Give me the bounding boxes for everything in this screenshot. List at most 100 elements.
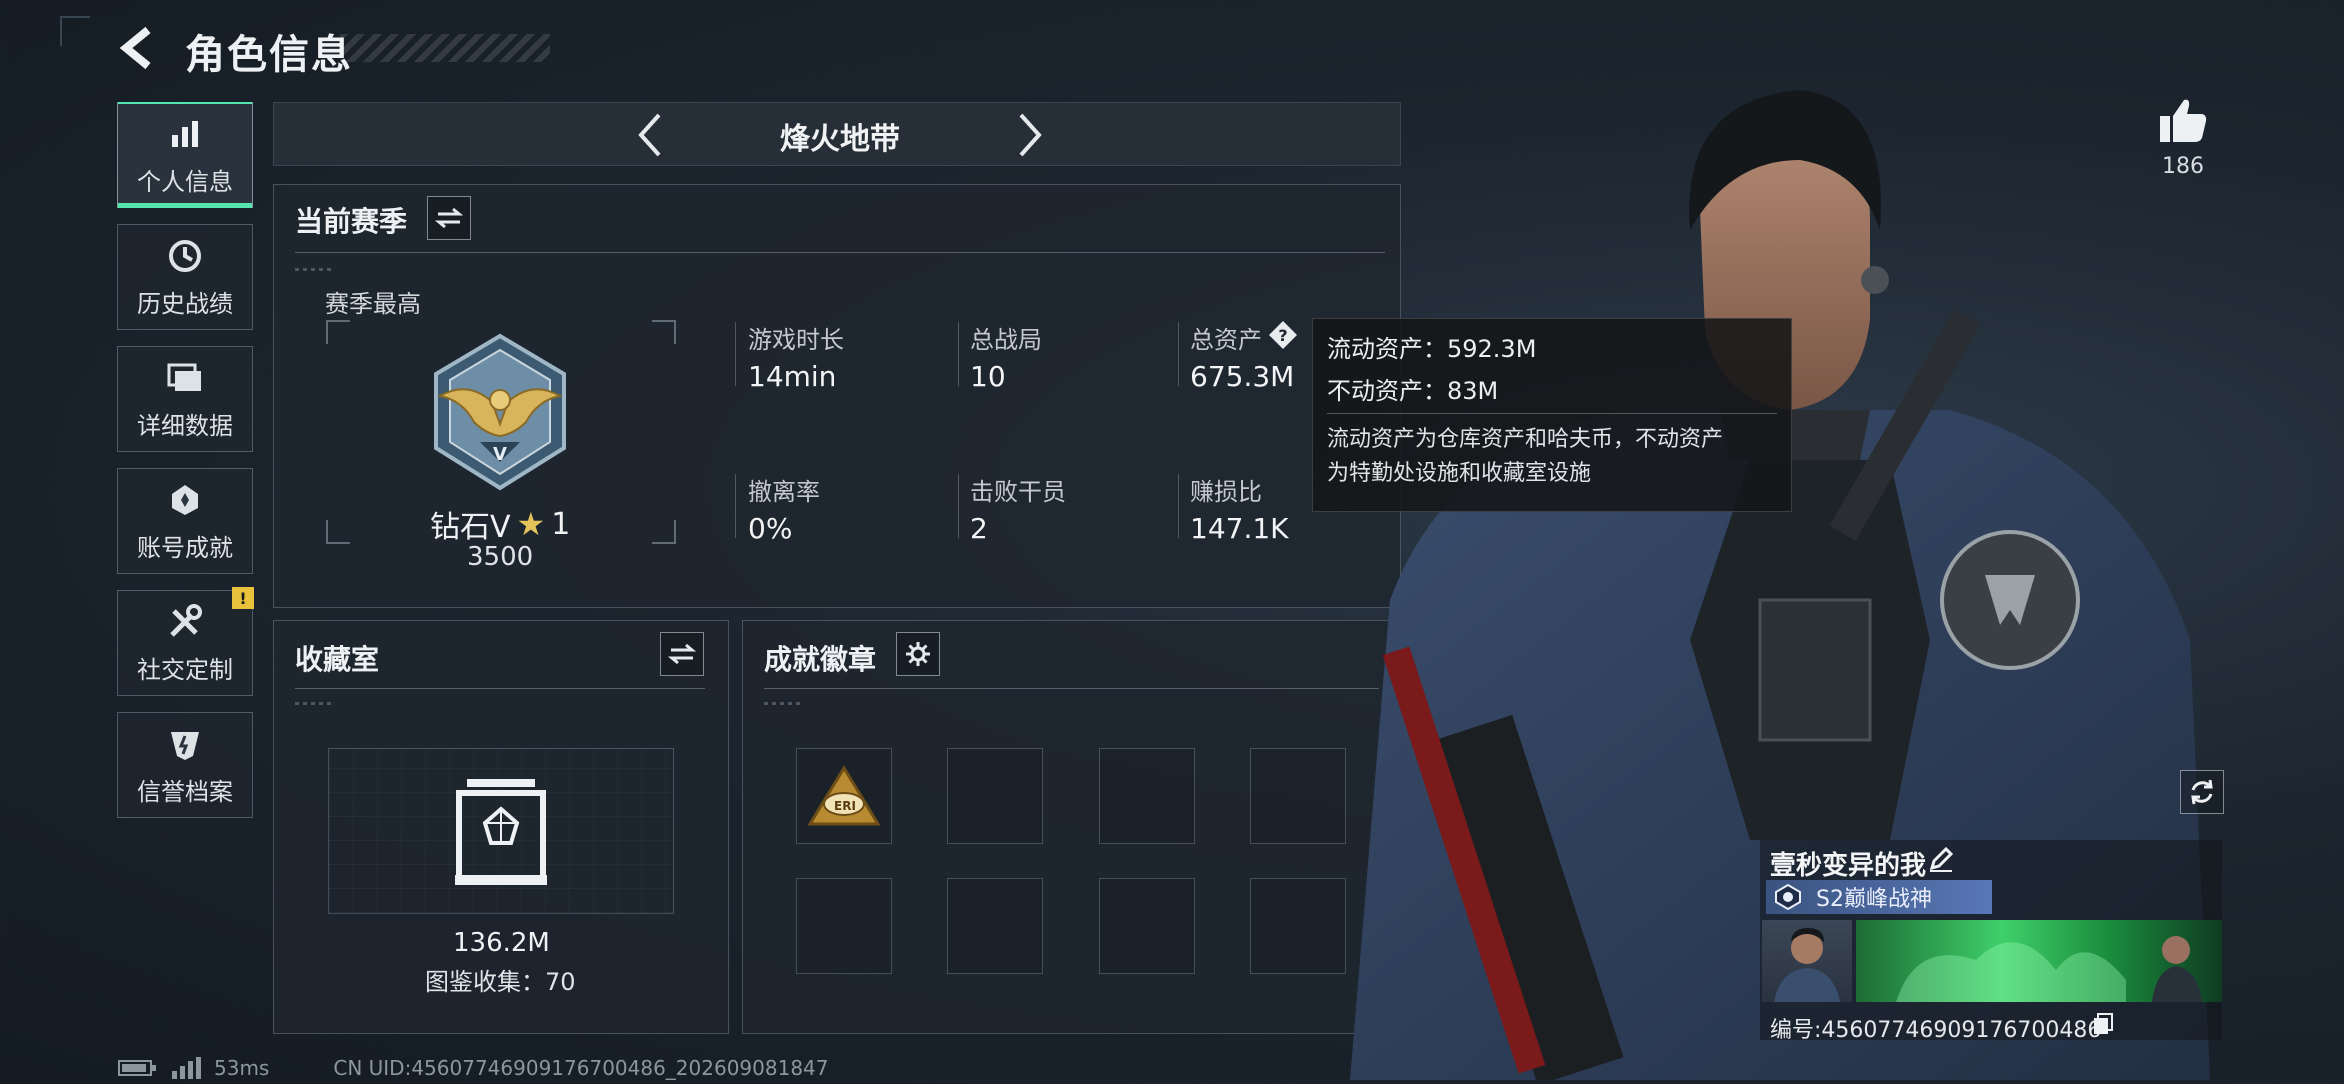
- badge-slot[interactable]: [796, 878, 892, 974]
- signal-icon: [172, 1057, 201, 1079]
- badges-panel-title: 成就徽章: [764, 643, 877, 676]
- nav-label: 详细数据: [137, 411, 233, 440]
- rank-stars: 1: [551, 506, 571, 542]
- rank-name: 钻石V: [430, 510, 511, 545]
- back-arrow-icon: [119, 26, 151, 70]
- nav-item-personal-info[interactable]: 个人信息: [117, 102, 253, 208]
- frame-corner: [652, 320, 676, 344]
- nav-item-credit-record[interactable]: 信誉档案: [117, 712, 253, 818]
- season-panel-title: 当前赛季: [295, 205, 408, 238]
- rank-points: 3500: [467, 542, 534, 572]
- badge-slot[interactable]: [947, 748, 1043, 844]
- copy-id-button[interactable]: [2092, 1012, 2116, 1036]
- player-banner: [1856, 920, 2222, 1002]
- question-diamond-icon: ?: [1269, 321, 1297, 349]
- stat-label: 赚损比: [1190, 478, 1262, 506]
- player-title: S2巅峰战神: [1816, 887, 1932, 912]
- tooltip-fixed-assets: 不动资产：83M: [1327, 377, 1499, 405]
- back-button[interactable]: [112, 22, 164, 74]
- frame-corner: [326, 520, 350, 544]
- latency: 53ms: [214, 1056, 270, 1080]
- stat-value: 2: [970, 512, 988, 545]
- nav-item-history[interactable]: 历史战绩: [117, 224, 253, 330]
- edit-name-button[interactable]: [1928, 846, 1956, 874]
- star-icon: ★: [516, 505, 546, 543]
- status-bar: 53ms CN UID:45607746909176700486_2026090…: [118, 1056, 829, 1080]
- stat-label: 游戏时长: [748, 326, 844, 354]
- collection-value: 136.2M: [453, 928, 550, 958]
- tooltip-divider: [1327, 413, 1777, 414]
- like-button[interactable]: 186: [2150, 96, 2216, 179]
- collection-catalog: 图鉴收集：70: [425, 968, 576, 996]
- stat-value: 147.1K: [1190, 512, 1289, 545]
- stat-label: 撤离率: [748, 478, 820, 506]
- nav-label: 个人信息: [137, 167, 233, 196]
- stat-divider: [735, 322, 736, 386]
- asset-tooltip: 流动资产：592.3M 不动资产：83M 流动资产为仓库资产和哈夫币，不动资产 …: [1312, 318, 1792, 512]
- badge-text: ERI: [834, 799, 856, 813]
- badge-slot[interactable]: [947, 878, 1043, 974]
- collection-room-preview[interactable]: [328, 748, 674, 914]
- tooltip-liquid-assets: 流动资产：592.3M: [1327, 335, 1537, 363]
- likes-count: 186: [2162, 154, 2204, 179]
- swap-arrows-icon: [668, 643, 696, 665]
- gear-icon: [906, 642, 930, 666]
- stat-label: 总资产: [1190, 326, 1262, 354]
- season-switch-button[interactable]: [427, 196, 471, 240]
- title-stripes-decoration: [340, 34, 550, 62]
- stat-value: 14min: [748, 360, 837, 393]
- rank-emblem: V: [418, 330, 582, 498]
- mode-prev-button[interactable]: [620, 110, 680, 160]
- badge-slot[interactable]: [1099, 878, 1195, 974]
- showcase-cabinet-icon: [455, 779, 547, 885]
- nav-label: 账号成就: [137, 533, 233, 562]
- bar-chart-icon: [165, 114, 205, 154]
- panel-rule: [764, 688, 1379, 689]
- mode-next-button[interactable]: [1000, 110, 1060, 160]
- corner-decoration: [60, 16, 90, 46]
- tooltip-desc-line1: 流动资产为仓库资产和哈夫币，不动资产: [1327, 427, 1724, 452]
- season-highest-label: 赛季最高: [325, 290, 421, 318]
- asset-help-button[interactable]: ?: [1268, 320, 1298, 350]
- stat-label: 击败干员: [970, 478, 1066, 506]
- nav-label: 社交定制: [137, 655, 233, 684]
- refresh-model-button[interactable]: [2180, 770, 2224, 814]
- panel-rule: [295, 252, 1385, 253]
- frame-corner: [652, 520, 676, 544]
- nav-label: 信誉档案: [137, 777, 233, 806]
- swap-arrows-icon: [435, 207, 463, 229]
- stat-divider: [1178, 474, 1179, 538]
- thumbs-up-icon: [2160, 99, 2207, 142]
- mode-title: 烽火地带: [780, 122, 900, 157]
- tooltip-desc-line2: 为特勤处设施和收藏室设施: [1327, 461, 1592, 486]
- stat-divider: [1178, 322, 1179, 386]
- badges-settings-button[interactable]: [896, 632, 940, 676]
- nav-item-detail-data[interactable]: 详细数据: [117, 346, 253, 452]
- stat-divider: [958, 322, 959, 386]
- collection-panel-title: 收藏室: [295, 643, 380, 676]
- deco-dash: [295, 702, 335, 705]
- player-portrait: [1762, 920, 1852, 1002]
- badge-slot[interactable]: ERI: [796, 748, 892, 844]
- uid-text: CN UID:45607746909176700486_202609081847: [333, 1056, 829, 1080]
- collection-switch-button[interactable]: [660, 632, 704, 676]
- folders-icon: [165, 358, 205, 398]
- pencil-icon: [1929, 846, 1954, 872]
- credit-shield-icon: [165, 724, 205, 764]
- copy-icon: [2094, 1013, 2113, 1034]
- panel-rule: [295, 688, 705, 689]
- player-name: 壹秒变异的我: [1770, 851, 1927, 881]
- battery-icon: [118, 1060, 156, 1076]
- svg-text:?: ?: [1278, 326, 1287, 345]
- achievement-medal-icon: [165, 480, 205, 520]
- deco-dash: [295, 268, 335, 271]
- stat-value: 0%: [748, 512, 793, 545]
- nav-item-achievements[interactable]: 账号成就: [117, 468, 253, 574]
- alert-badge: !: [232, 587, 254, 609]
- badge-slot[interactable]: [1099, 748, 1195, 844]
- title-emblem-icon: [1775, 883, 1801, 911]
- stat-divider: [735, 474, 736, 538]
- chevron-left-icon: [638, 113, 661, 157]
- stat-value: 675.3M: [1190, 360, 1295, 393]
- rank-label: 钻石V ★ 1: [430, 502, 570, 546]
